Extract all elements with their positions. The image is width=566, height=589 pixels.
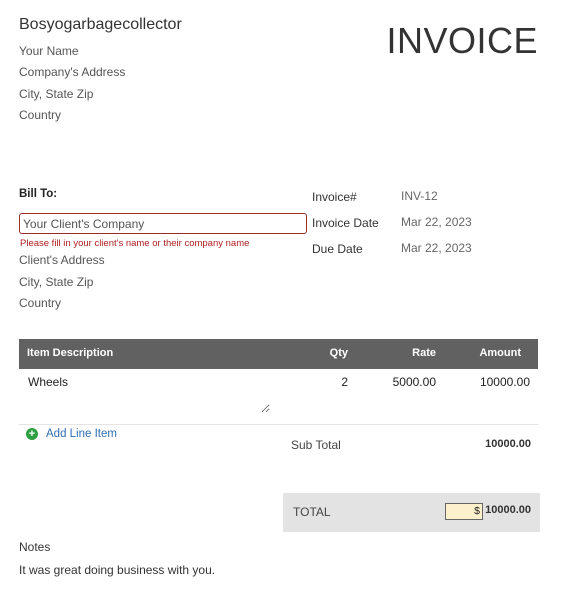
client-address-field[interactable]: Client's Address: [19, 253, 105, 267]
due-date-label[interactable]: Due Date: [312, 242, 363, 256]
item-qty-field[interactable]: 2: [341, 375, 348, 389]
invoice-number-label[interactable]: Invoice#: [312, 190, 357, 204]
plus-circle-icon: +: [26, 428, 38, 440]
company-country-field[interactable]: Country: [19, 108, 61, 122]
item-rate-field[interactable]: 5000.00: [393, 375, 436, 389]
invoice-date-label[interactable]: Invoice Date: [312, 216, 379, 230]
client-company-input[interactable]: [19, 213, 307, 234]
add-line-item-button[interactable]: + Add Line Item: [26, 428, 117, 440]
due-date-field[interactable]: Mar 22, 2023: [401, 241, 472, 255]
add-line-item-label: Add Line Item: [46, 428, 117, 440]
header-qty[interactable]: Qty: [330, 347, 348, 359]
invoice-date-field[interactable]: Mar 22, 2023: [401, 215, 472, 229]
total-value: 10000.00: [485, 504, 531, 516]
item-description-textarea[interactable]: Wheels: [24, 373, 270, 413]
subtotal-value: 10000.00: [485, 438, 531, 450]
header-amount[interactable]: Amount: [479, 347, 521, 359]
bill-to-label[interactable]: Bill To:: [19, 188, 57, 200]
total-label[interactable]: TOTAL: [293, 505, 331, 519]
items-table-header: Item Description Qty Rate Amount: [19, 339, 538, 369]
notes-label[interactable]: Notes: [19, 540, 50, 554]
invoice-title[interactable]: INVOICE: [386, 20, 538, 62]
currency-symbol-field[interactable]: $: [445, 503, 483, 520]
item-amount-value: 10000.00: [479, 375, 530, 389]
company-city-state-zip-field[interactable]: City, State Zip: [19, 87, 93, 101]
row-divider: [19, 424, 538, 425]
header-rate[interactable]: Rate: [412, 347, 436, 359]
client-country-field[interactable]: Country: [19, 296, 61, 310]
header-item-description[interactable]: Item Description: [27, 347, 113, 359]
company-address-field[interactable]: Company's Address: [19, 65, 125, 79]
client-city-state-zip-field[interactable]: City, State Zip: [19, 275, 93, 289]
your-name-field[interactable]: Your Name: [19, 44, 79, 58]
subtotal-label[interactable]: Sub Total: [291, 438, 341, 452]
client-company-error: Please fill in your client's name or the…: [20, 238, 250, 249]
notes-field[interactable]: It was great doing business with you.: [19, 563, 215, 577]
company-name[interactable]: Bosyogarbagecollector: [19, 16, 182, 34]
invoice-number-field[interactable]: INV-12: [401, 189, 438, 203]
